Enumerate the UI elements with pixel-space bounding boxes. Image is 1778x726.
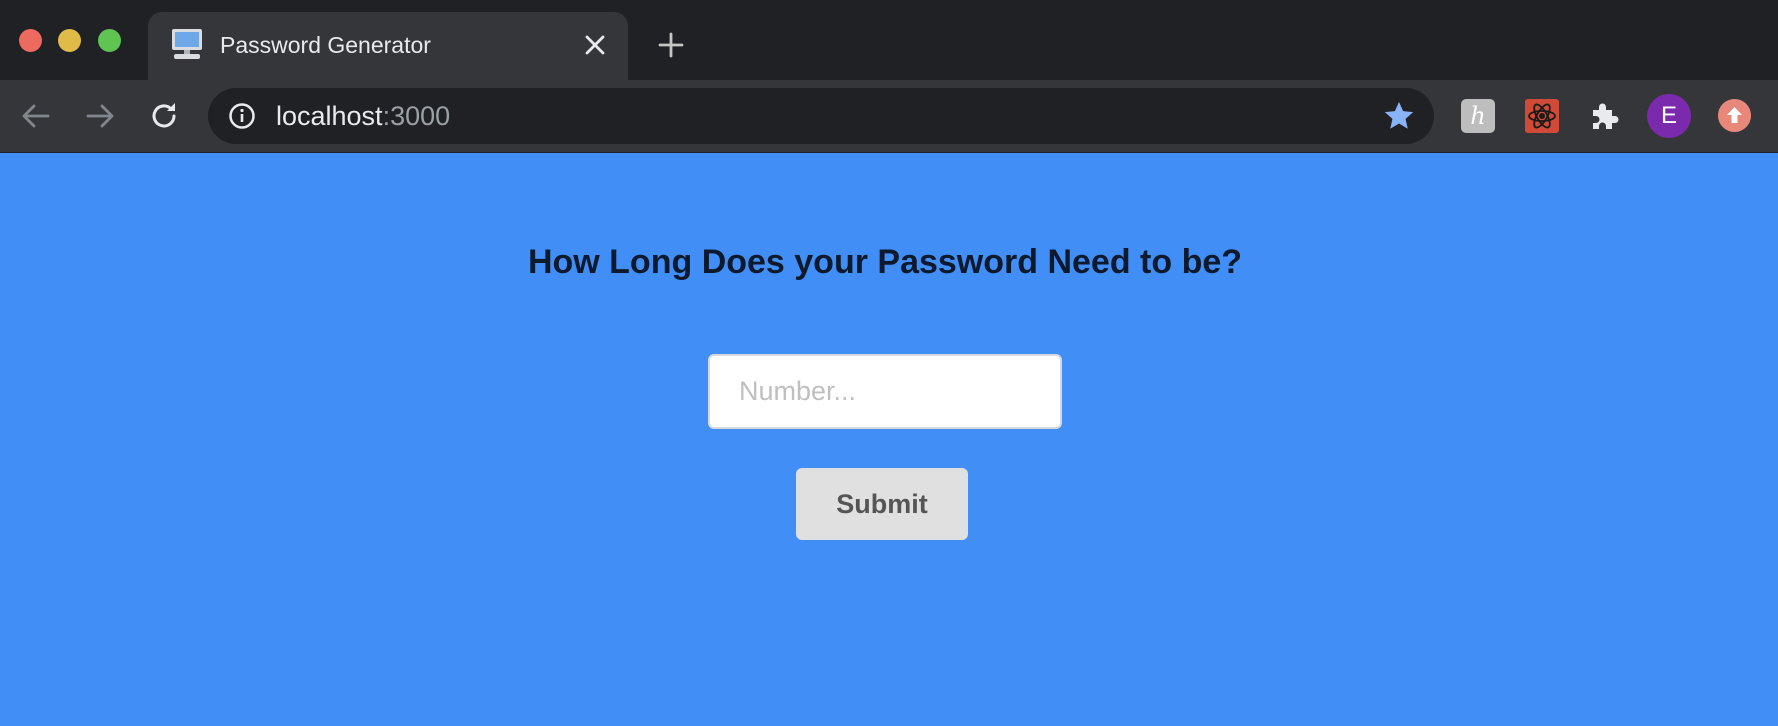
- back-arrow-icon[interactable]: [18, 98, 54, 134]
- tab-strip: Password Generator: [0, 0, 1778, 80]
- url-host: localhost: [276, 101, 383, 131]
- bookmark-star-icon[interactable]: [1382, 99, 1416, 133]
- computer-icon: [172, 29, 202, 59]
- profile-avatar[interactable]: E: [1647, 94, 1691, 138]
- close-tab-icon[interactable]: [580, 30, 610, 60]
- submit-button[interactable]: Submit: [796, 468, 968, 540]
- minimize-window-button[interactable]: [58, 29, 81, 52]
- url-port: :3000: [382, 101, 451, 131]
- browser-toolbar: localhost:3000 h E: [0, 80, 1778, 153]
- react-devtools-icon[interactable]: [1525, 99, 1559, 133]
- maximize-window-button[interactable]: [98, 29, 121, 52]
- password-length-input[interactable]: [708, 354, 1062, 429]
- tab-password-generator[interactable]: Password Generator: [148, 12, 628, 80]
- close-window-button[interactable]: [19, 29, 42, 52]
- tab-title: Password Generator: [220, 32, 431, 58]
- h-extension-icon[interactable]: h: [1461, 99, 1495, 133]
- page-heading: How Long Does your Password Need to be?: [527, 243, 1243, 281]
- new-tab-plus-icon[interactable]: [656, 30, 686, 60]
- forward-arrow-icon[interactable]: [82, 98, 118, 134]
- site-info-icon[interactable]: [228, 102, 256, 130]
- update-arrow-icon[interactable]: [1718, 99, 1751, 132]
- reload-icon[interactable]: [146, 98, 182, 134]
- address-bar[interactable]: localhost:3000: [208, 88, 1434, 144]
- extensions-puzzle-icon[interactable]: [1588, 99, 1622, 133]
- page-content: How Long Does your Password Need to be? …: [0, 154, 1778, 726]
- url-text[interactable]: localhost:3000: [276, 101, 450, 132]
